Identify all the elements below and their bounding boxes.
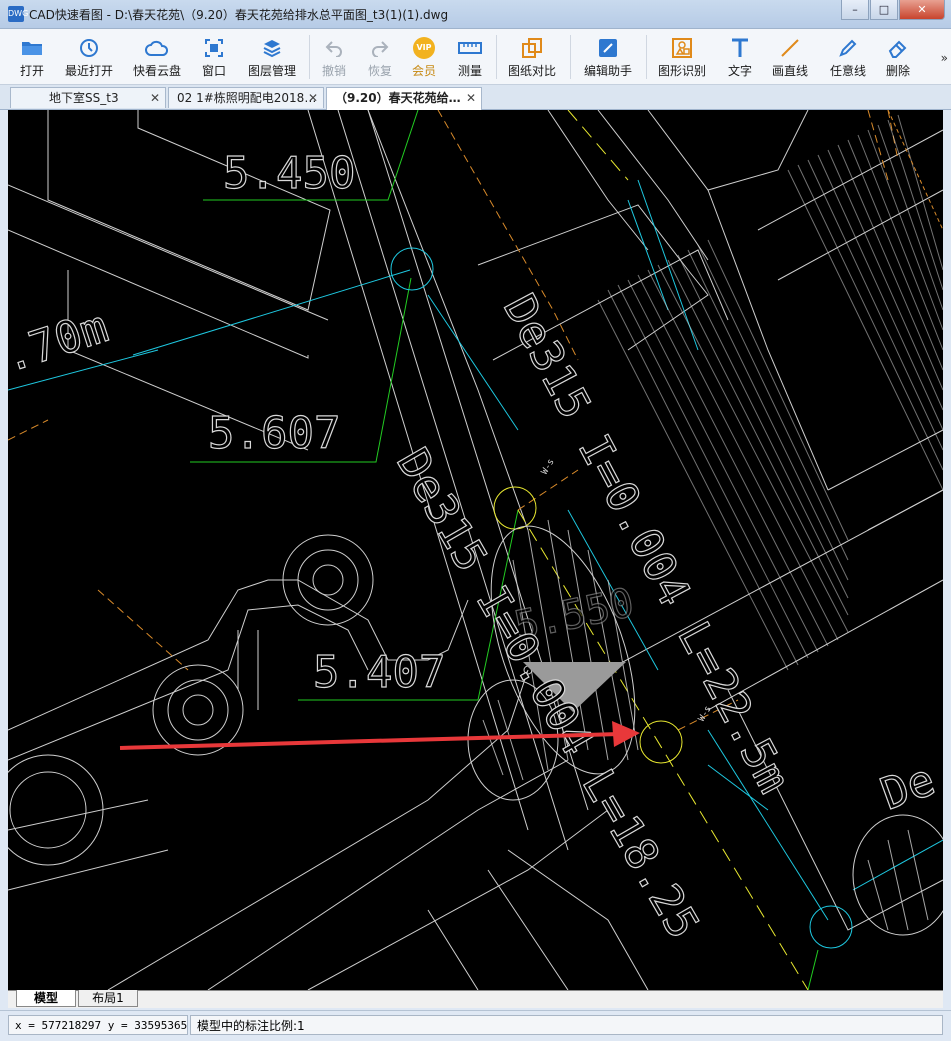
window-controls: – □ ✕ [840,0,945,20]
close-tab-icon[interactable]: ✕ [308,88,318,108]
tab-label: 地下室SS_t3 [49,91,119,105]
window-label: 窗口 [201,64,226,78]
edit-assist-button[interactable]: 编辑助手 [580,29,636,84]
line-icon [778,36,802,60]
toolbar-separator [570,35,571,79]
line-label: 画直线 [771,64,808,78]
shape-recog-button[interactable]: 图形识别 [654,29,710,84]
compare-label: 图纸对比 [507,64,556,78]
shape-recog-icon [670,36,694,60]
eraser-icon [886,36,910,60]
cad-drawing[interactable]: 5.450 5.607 5.407 5.550 De315 I=0.004 L=… [8,110,943,990]
compare-button[interactable]: 图纸对比 [504,29,560,84]
close-button[interactable]: ✕ [899,0,945,20]
toolbar-separator [496,35,497,79]
distance-label: .70m [8,301,114,382]
cloud-button[interactable]: 快看云盘 [128,29,186,84]
status-bar: x = 577218297 y = 3359536571 模型中的标注比例:1 [0,1010,951,1041]
tab-basement[interactable]: 地下室SS_t3 ✕ [10,87,166,108]
main-toolbar: 打开 最近打开 快看云盘 窗口 图层管理 撤销 恢复 VIP 会员 测量 图纸对… [0,29,951,85]
line-button[interactable]: 画直线 [768,29,812,84]
recent-label: 最近打开 [64,64,113,78]
member-label: 会员 [411,64,436,78]
measure-label: 测量 [457,64,482,78]
text-label: 文字 [727,64,752,78]
layers-icon [260,36,284,60]
shape-recog-label: 图形识别 [657,64,706,78]
clock-icon [77,36,101,60]
pipe-tag-label: W-s [540,457,557,476]
title-bar: DWG CAD快速看图 - D:\春天花苑\（9.20）春天花苑给排水总平面图_… [0,0,951,29]
annotation-scale: 模型中的标注比例:1 [190,1015,943,1035]
open-label: 打开 [19,64,44,78]
cloud-icon [145,36,169,60]
layers-label: 图层管理 [247,64,296,78]
text-icon [728,36,752,60]
pipe-spec-label: De [874,754,941,820]
window-title: CAD快速看图 - D:\春天花苑\（9.20）春天花苑给排水总平面图_t3(1… [29,8,449,22]
toolbar-separator [309,35,310,79]
cloud-label: 快看云盘 [132,64,181,78]
maximize-button[interactable]: □ [870,0,898,20]
close-tab-icon[interactable]: ✕ [466,88,476,109]
window-icon [202,36,226,60]
erase-button[interactable]: 删除 [882,29,914,84]
folder-icon [20,36,44,60]
text-button[interactable]: 文字 [724,29,756,84]
member-button[interactable]: VIP 会员 [408,29,440,84]
more-tools-button[interactable]: » [941,51,948,65]
layout-tabs: 模型 布局1 [8,990,943,1008]
dwg-edit-icon [596,36,620,60]
app-logo-icon: DWG [8,6,28,22]
redo-label: 恢复 [367,64,392,78]
vip-icon: VIP [412,36,436,60]
undo-button[interactable]: 撤销 [318,29,350,84]
redo-button[interactable]: 恢复 [364,29,396,84]
toolbar-separator [646,35,647,79]
redo-icon [368,36,392,60]
ruler-icon [458,36,482,60]
document-tabs: 地下室SS_t3 ✕ 02 1#栋照明配电2018… ✕ （9.20）春天花苑给… [0,85,951,110]
tab-label: （9.20）春天花苑给… [335,91,461,105]
edit-assist-label: 编辑助手 [583,64,632,78]
pen-icon [836,36,860,60]
compare-icon [520,36,544,60]
erase-label: 删除 [885,64,910,78]
tab-model[interactable]: 模型 [16,990,76,1007]
window-menu-button[interactable]: 窗口 [196,29,232,84]
tab-lighting[interactable]: 02 1#栋照明配电2018… ✕ [168,87,324,108]
tab-layout1[interactable]: 布局1 [78,990,138,1007]
recent-button[interactable]: 最近打开 [60,29,118,84]
undo-icon [322,36,346,60]
polyline-button[interactable]: 任意线 [826,29,870,84]
close-tab-icon[interactable]: ✕ [150,88,160,108]
open-button[interactable]: 打开 [12,29,52,84]
elevation-label: 5.607 [208,408,340,459]
layers-button[interactable]: 图层管理 [244,29,300,84]
undo-label: 撤销 [321,64,346,78]
polyline-label: 任意线 [829,64,866,78]
elevation-label: 5.407 [313,647,445,698]
measure-button[interactable]: 测量 [454,29,486,84]
tab-drainage-plan[interactable]: （9.20）春天花苑给… ✕ [326,87,482,110]
coordinate-readout: x = 577218297 y = 3359536571 [8,1015,188,1035]
elevation-label: 5.450 [223,148,355,199]
minimize-button[interactable]: – [841,0,869,20]
drawing-canvas[interactable]: 5.450 5.607 5.407 5.550 De315 I=0.004 L=… [8,110,943,990]
tab-label: 02 1#栋照明配电2018… [177,91,317,105]
